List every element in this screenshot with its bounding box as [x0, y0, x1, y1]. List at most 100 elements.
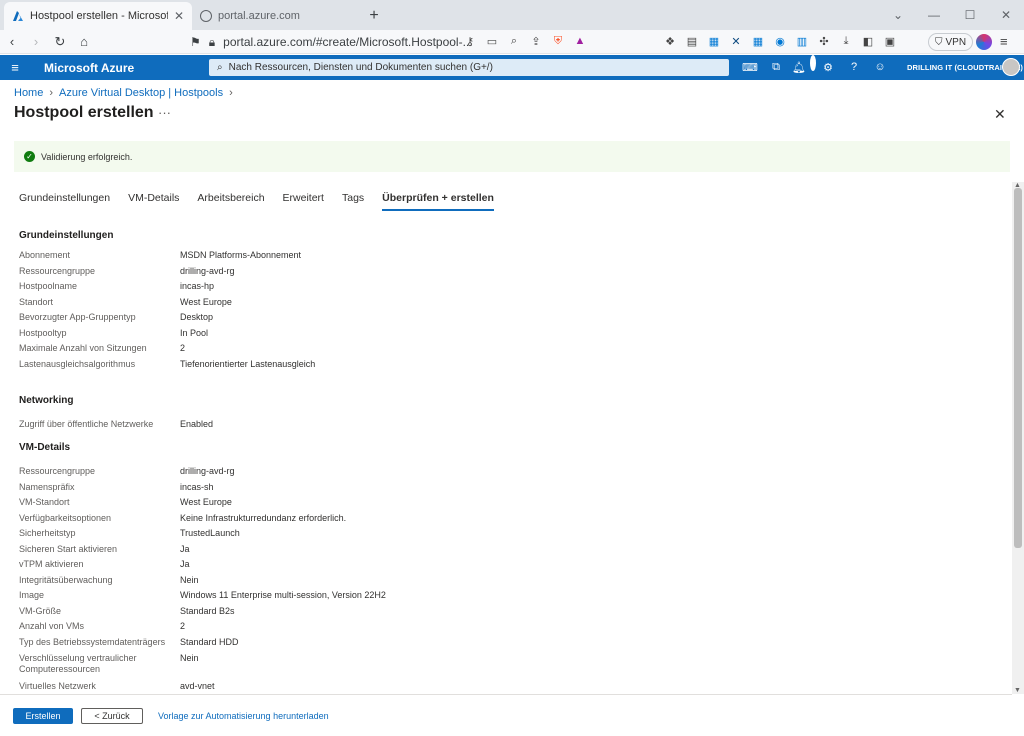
validation-message: Validierung erfolgreich. [41, 151, 133, 162]
notifications-icon[interactable]: 🔔︎ 3 [792, 55, 817, 75]
content-scrollbar[interactable]: ▲ ▼ [1012, 182, 1024, 694]
row-key: Maximale Anzahl von Sitzungen [19, 343, 147, 353]
tab-tags[interactable]: Tags [342, 192, 364, 211]
row-value: Desktop [180, 312, 214, 322]
sidebar-icon[interactable]: ◧ [860, 33, 876, 49]
home-icon[interactable]: ⌂ [72, 31, 96, 53]
tab-ueberpruefen-erstellen[interactable]: Überprüfen + erstellen [382, 192, 494, 211]
section-title: Networking [19, 395, 74, 406]
tab-arbeitsbereich[interactable]: Arbeitsbereich [197, 192, 264, 211]
row-value: In Pool [180, 328, 209, 338]
breadcrumb-home[interactable]: Home [14, 87, 43, 99]
row-key: Sicherheitstyp [19, 528, 76, 538]
extension-icon[interactable]: ◉ [772, 33, 788, 49]
row-value: 2 [180, 343, 186, 353]
tab-vm-details[interactable]: VM-Details [128, 192, 179, 211]
search-input[interactable]: ⌕ Nach Ressourcen, Diensten und Dokument… [209, 59, 729, 76]
section-title: Grundeinstellungen [19, 230, 114, 241]
hamburger-menu-icon[interactable]: ≡ [0, 60, 30, 75]
azure-brand[interactable]: Microsoft Azure [44, 61, 134, 75]
row-key: Standort [19, 297, 54, 307]
extensions-icon[interactable]: ✣ [816, 33, 832, 49]
vpn-button[interactable]: ⛉ VPN [928, 33, 974, 51]
section-title: VM-Details [19, 442, 71, 453]
chevron-down-icon[interactable]: ⌄ [880, 0, 916, 30]
scroll-down-icon[interactable]: ▼ [1014, 687, 1021, 694]
key-icon[interactable]: ⚷ [462, 33, 478, 49]
vpn-label: VPN [945, 36, 967, 48]
row-key: Bevorzugter App-Gruppentyp [19, 312, 136, 322]
row-key: Hostpoolname [19, 281, 78, 291]
brave-rewards-icon[interactable]: ▲ [572, 33, 588, 49]
cloud-shell-icon[interactable]: ⌨ [742, 59, 758, 75]
close-window-icon[interactable]: ✕ [988, 0, 1024, 30]
browser-tab-title: portal.azure.com [218, 10, 300, 22]
row-value: West Europe [180, 497, 232, 507]
lock-icon: 🔒︎ [208, 34, 216, 49]
browser-tab-bar: Hostpool erstellen - Microsoft Azure ✕ p… [0, 0, 1024, 30]
row-key: Verfügbarkeitsoptionen [19, 513, 112, 523]
directory-filter-icon[interactable]: ⧉ [768, 59, 784, 75]
bookmark-icon[interactable]: ⚑ [190, 35, 201, 49]
row-key: Virtuelles Netzwerk [19, 681, 96, 690]
row-value: Nein [180, 575, 199, 585]
tab-erweitert[interactable]: Erweitert [283, 192, 324, 211]
profile-avatar[interactable] [976, 34, 992, 50]
zoom-icon[interactable]: ⌕ [506, 33, 522, 49]
extension-icons-right: ❖ ▤ ▦ ✕ ▦ ◉ ▥ ✣ ⤓ ◧ ▣ [662, 33, 898, 49]
tab-grundeinstellungen[interactable]: Grundeinstellungen [19, 192, 110, 211]
extension-icon[interactable]: ▤ [684, 33, 700, 49]
cast-icon[interactable]: ▭ [484, 33, 500, 49]
browser-toolbar: ‹ › ↻ ⌂ ⚑ 🔒︎ portal.azure.com/#create/Mi… [0, 30, 1024, 54]
row-key: Image [19, 590, 45, 600]
browser-tab-active[interactable]: Hostpool erstellen - Microsoft Azure ✕ [4, 2, 192, 30]
row-key: Ressourcengruppe [19, 266, 96, 276]
search-placeholder: Nach Ressourcen, Diensten und Dokumenten… [228, 62, 493, 73]
browser-tab-inactive[interactable]: portal.azure.com [192, 2, 362, 30]
settings-gear-icon[interactable]: ⚙ [820, 59, 836, 75]
row-key: Integritätsüberwachung [19, 575, 113, 585]
extension-icon[interactable]: ▥ [794, 33, 810, 49]
avatar[interactable] [1002, 58, 1020, 76]
wallet-icon[interactable]: ▣ [882, 33, 898, 49]
back-icon[interactable]: ‹ [0, 31, 24, 53]
back-button[interactable]: < Zurück [81, 708, 143, 724]
wizard-tabs: Grundeinstellungen VM-Details Arbeitsber… [19, 192, 494, 211]
scrollbar-thumb[interactable] [1014, 188, 1022, 548]
success-check-icon: ✓ [24, 151, 35, 162]
row-key: Anzahl von VMs [19, 621, 85, 631]
close-icon[interactable]: ✕ [994, 106, 1006, 123]
download-template-link[interactable]: Vorlage zur Automatisierung herunterlade… [158, 711, 329, 721]
maximize-icon[interactable]: ☐ [952, 0, 988, 30]
row-key: Sicheren Start aktivieren [19, 544, 118, 554]
extension-puzzle-icon[interactable]: ❖ [662, 33, 678, 49]
extension-icon[interactable]: ▦ [706, 33, 722, 49]
extension-icon[interactable]: ▦ [750, 33, 766, 49]
share-icon[interactable]: ⇪ [528, 33, 544, 49]
extension-icon[interactable]: ✕ [728, 33, 744, 49]
close-tab-icon[interactable]: ✕ [174, 9, 184, 23]
create-button[interactable]: Erstellen [13, 708, 73, 724]
page-title: Hostpool erstellen [14, 104, 154, 121]
minimize-icon[interactable]: — [916, 0, 952, 30]
row-value: Standard HDD [180, 637, 239, 647]
help-icon[interactable]: ? [846, 59, 862, 75]
address-text: portal.azure.com/#create/Microsoft.Hostp… [223, 35, 473, 49]
more-options-icon[interactable]: ··· [158, 105, 171, 120]
forward-icon[interactable]: › [24, 31, 48, 53]
new-tab-button[interactable]: + [362, 2, 386, 30]
feedback-icon[interactable]: ☺ [872, 59, 888, 75]
row-value: Standard B2s [180, 606, 235, 616]
download-icon[interactable]: ⤓ [838, 33, 854, 49]
row-key: Namenspräfix [19, 482, 75, 492]
reload-icon[interactable]: ↻ [48, 31, 72, 53]
azure-top-bar: ≡ Microsoft Azure ⌕ Nach Ressourcen, Die… [0, 55, 1024, 80]
row-key: vTPM aktivieren [19, 559, 84, 569]
row-value: Enabled [180, 419, 214, 429]
row-value: incas-sh [180, 482, 214, 492]
validation-banner: ✓ Validierung erfolgreich. [14, 141, 1010, 172]
breadcrumb-hostpools[interactable]: Azure Virtual Desktop | Hostpools [59, 87, 223, 99]
brave-shield-icon[interactable]: ⛨ [550, 33, 566, 49]
menu-icon[interactable]: ≡ [1000, 34, 1008, 49]
row-value: MSDN Platforms-Abonnement [180, 250, 302, 260]
